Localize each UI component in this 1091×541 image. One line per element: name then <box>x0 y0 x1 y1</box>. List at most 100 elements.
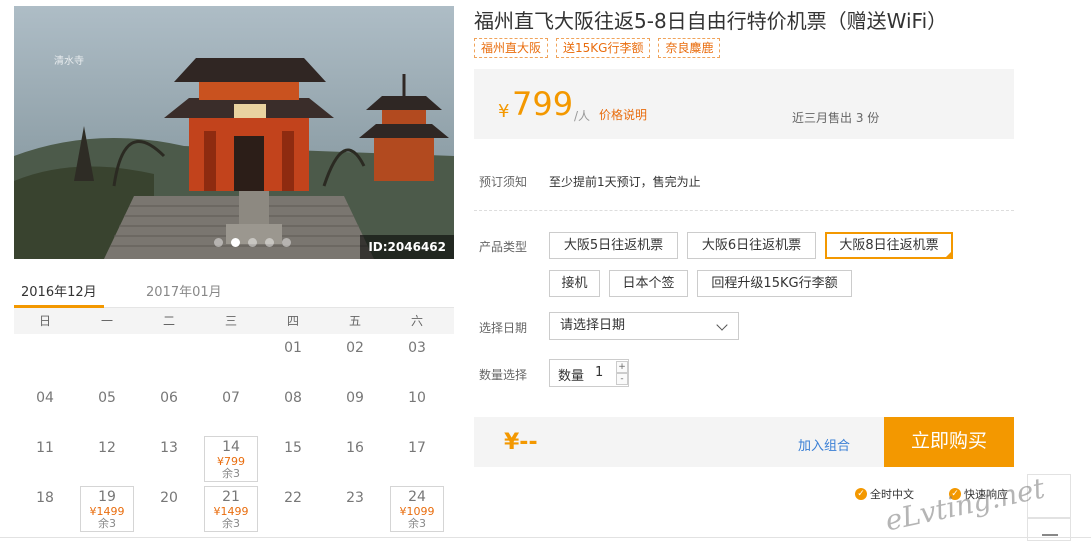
date-calendar: 2016年12月 2017年01月 日 一 二 三 四 五 六 01 02 03 04… <box>14 274 454 534</box>
option-label: 回程升级15KG行李额 <box>711 276 838 291</box>
day-number: 03 <box>408 340 426 356</box>
option-label: 大阪6日往返机票 <box>701 238 802 253</box>
day-remaining: 余3 <box>222 517 240 530</box>
day-remaining: 余3 <box>408 517 426 530</box>
weekday-label: 日 <box>38 314 51 328</box>
calendar-day: 02 <box>324 334 386 384</box>
day-remaining: 余3 <box>222 467 240 480</box>
quantity-minus-button[interactable]: - <box>616 373 628 385</box>
day-number: 16 <box>346 440 364 456</box>
buy-now-button[interactable]: 立即购买 <box>884 417 1014 467</box>
product-type-label: 产品类型 <box>479 240 528 254</box>
date-select[interactable]: 请选择日期 <box>549 312 739 340</box>
product-hero-image[interactable]: 清水寺 ID:2046462 <box>14 6 454 259</box>
quantity-inner-label: 数量 <box>558 369 585 384</box>
day-number: 14 <box>222 439 240 455</box>
chevron-down-icon <box>716 319 728 331</box>
product-page: 清水寺 ID:2046462 2016年12月 2017年01月 日 一 二 三… <box>0 0 1091 541</box>
tab-month-next[interactable]: 2017年01月 <box>146 281 222 300</box>
day-number: 10 <box>408 390 426 406</box>
carousel-dots <box>214 238 291 247</box>
day-number: 18 <box>36 490 54 506</box>
temple-illustration: 清水寺 <box>14 6 454 259</box>
check-icon: ✓ <box>855 488 867 500</box>
day-number: 20 <box>160 490 178 506</box>
option-osaka-6d[interactable]: 大阪6日往返机票 <box>687 232 816 259</box>
product-tags: 福州直大阪 送15KG行李额 奈良麋鹿 <box>474 38 721 58</box>
calendar-day: 08 <box>262 384 324 434</box>
calendar-day: 03 <box>386 334 448 384</box>
day-number: 21 <box>222 489 240 505</box>
calendar-day: 06 <box>138 384 200 434</box>
bottom-divider <box>0 537 1091 538</box>
carousel-dot[interactable] <box>214 238 223 247</box>
tag: 奈良麋鹿 <box>658 38 721 58</box>
notice-text: 至少提前1天预订，售完为止 <box>549 175 701 189</box>
option-osaka-5d[interactable]: 大阪5日往返机票 <box>549 232 678 259</box>
date-label: 选择日期 <box>479 321 528 335</box>
minus-icon <box>1042 534 1058 536</box>
day-number: 08 <box>284 390 302 406</box>
weekday-label: 四 <box>286 314 299 328</box>
selected-check-icon <box>944 250 953 259</box>
day-number: 22 <box>284 490 302 506</box>
image-id-badge: ID:2046462 <box>360 235 454 259</box>
option-label: 大阪8日往返机票 <box>839 238 939 253</box>
svg-text:清水寺: 清水寺 <box>54 54 84 67</box>
calendar-day: 11 <box>14 434 76 484</box>
calendar-day[interactable]: 24 ¥1099 余3 <box>390 486 444 532</box>
tag: 送15KG行李额 <box>556 38 651 58</box>
calendar-day: 01 <box>262 334 324 384</box>
price-explanation-link[interactable]: 价格说明 <box>599 106 647 123</box>
quantity-plus-button[interactable]: + <box>616 361 628 373</box>
day-number: 13 <box>160 440 178 456</box>
option-luggage-upgrade[interactable]: 回程升级15KG行李额 <box>697 270 852 297</box>
calendar-day <box>76 334 138 384</box>
calendar-day <box>138 334 200 384</box>
day-number: 17 <box>408 440 426 456</box>
day-number: 11 <box>36 440 54 456</box>
day-number: 09 <box>346 390 364 406</box>
day-number: 12 <box>98 440 116 456</box>
day-number: 15 <box>284 440 302 456</box>
day-number: 19 <box>98 489 116 505</box>
calendar-day[interactable]: 19 ¥1499 余3 <box>80 486 134 532</box>
day-number: 01 <box>284 340 302 356</box>
calendar-day <box>14 334 76 384</box>
quantity-stepper[interactable]: 数量 1 + - <box>549 359 629 387</box>
quantity-value[interactable]: 1 <box>595 365 603 380</box>
carousel-dot[interactable] <box>248 238 257 247</box>
add-to-combo-link[interactable]: 加入组合 <box>798 435 850 454</box>
sold-count: 近三月售出 3 份 <box>792 111 880 125</box>
calendar-day: 10 <box>386 384 448 434</box>
watermark: eLvting.net <box>882 471 1048 538</box>
price-unit: /人 <box>574 109 591 123</box>
option-airport-pickup[interactable]: 接机 <box>549 270 600 297</box>
carousel-dot[interactable] <box>282 238 291 247</box>
calendar-day <box>200 334 262 384</box>
calendar-day: 16 <box>324 434 386 484</box>
option-osaka-8d[interactable]: 大阪8日往返机票 <box>825 232 953 259</box>
calendar-day: 07 <box>200 384 262 434</box>
carousel-dot-active[interactable] <box>231 238 240 247</box>
calendar-grid: 01 02 03 04 05 06 07 08 09 10 11 12 13 14 ¥799 余3 15 16 17… <box>14 334 454 534</box>
option-label: 大阪5日往返机票 <box>563 238 664 253</box>
day-number: 05 <box>98 390 116 406</box>
calendar-day[interactable]: 21 ¥1499 余3 <box>204 486 258 532</box>
tab-month-current[interactable]: 2016年12月 <box>21 281 97 300</box>
weekday-label: 六 <box>410 314 423 328</box>
calendar-day: 22 <box>262 484 324 534</box>
calendar-day[interactable]: 14 ¥799 余3 <box>204 436 258 482</box>
weekday-label: 一 <box>100 314 113 328</box>
calendar-day: 17 <box>386 434 448 484</box>
day-number: 07 <box>222 390 240 406</box>
day-number: 02 <box>346 340 364 356</box>
total-price: ¥-- <box>504 430 538 455</box>
option-japan-visa[interactable]: 日本个签 <box>609 270 688 297</box>
weekday-label: 二 <box>162 314 175 328</box>
product-title: 福州直飞大阪往返5-8日自由行特价机票（赠送WiFi） <box>474 9 948 33</box>
buy-bar: ¥-- 加入组合 立即购买 <box>474 417 1014 467</box>
option-label: 接机 <box>561 276 588 291</box>
day-number: 06 <box>160 390 178 406</box>
carousel-dot[interactable] <box>265 238 274 247</box>
